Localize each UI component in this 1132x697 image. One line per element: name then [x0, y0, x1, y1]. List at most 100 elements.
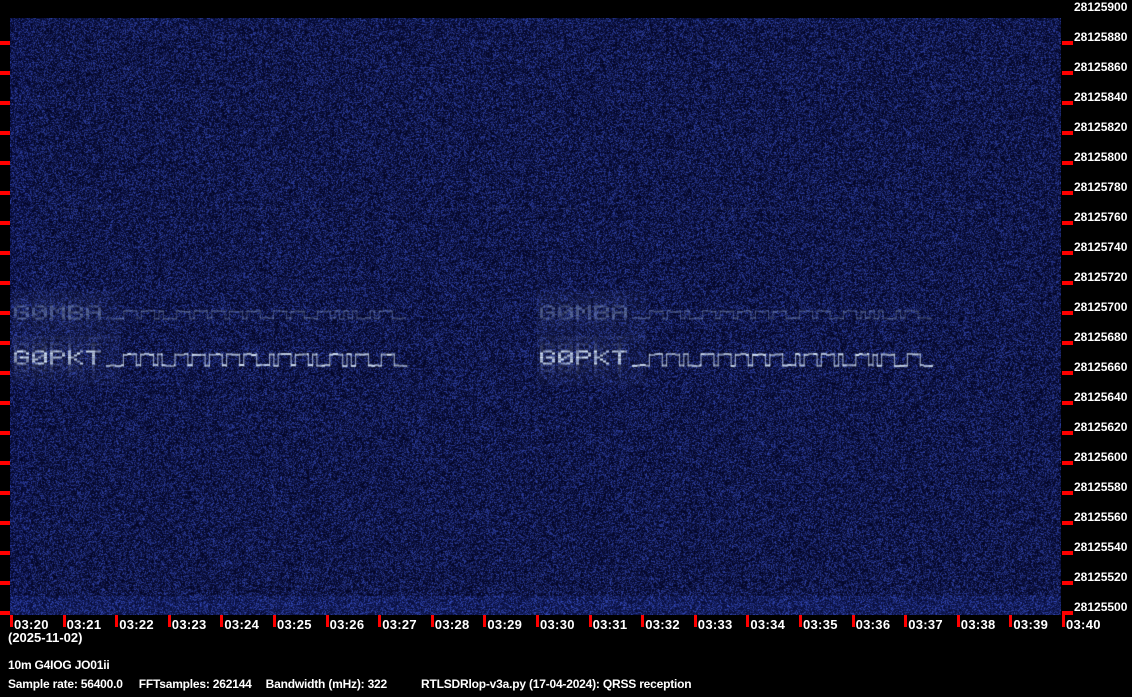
freq-tick-right	[1062, 41, 1073, 45]
time-axis-label: 03:31	[593, 617, 628, 632]
time-tick	[589, 615, 592, 627]
freq-axis-label: 28125840	[1074, 90, 1132, 104]
spectrogram-waterfall	[10, 18, 1061, 615]
time-axis-label: 03:26	[330, 617, 365, 632]
freq-axis-label: 28125900	[1074, 0, 1132, 14]
time-tick	[799, 615, 802, 627]
freq-axis-label: 28125660	[1074, 360, 1132, 374]
freq-tick-left	[0, 191, 10, 195]
freq-tick-left	[0, 311, 10, 315]
freq-axis-label: 28125520	[1074, 570, 1132, 584]
qrss-grabber-view: 28125900 28125880 28125860 28125840 28125820…	[0, 0, 1132, 697]
freq-tick-left	[0, 431, 10, 435]
time-tick	[746, 615, 749, 627]
freq-axis-label: 28125540	[1074, 540, 1132, 554]
freq-axis-label: 28125740	[1074, 240, 1132, 254]
time-axis-label: 03:33	[698, 617, 733, 632]
freq-tick-right	[1062, 581, 1073, 585]
time-tick	[1009, 615, 1012, 627]
freq-axis-label: 28125560	[1074, 510, 1132, 524]
time-axis-label: 03:30	[540, 617, 575, 632]
time-axis-label: 03:39	[1013, 617, 1048, 632]
freq-tick-right	[1062, 251, 1073, 255]
time-tick	[378, 615, 381, 627]
freq-axis-label: 28125800	[1074, 150, 1132, 164]
freq-axis-label: 28125760	[1074, 210, 1132, 224]
freq-axis-label: 28125500	[1074, 600, 1132, 614]
time-tick	[220, 615, 223, 627]
time-axis-label: 03:40	[1066, 617, 1101, 632]
freq-axis-label: 28125620	[1074, 420, 1132, 434]
freq-tick-left	[0, 521, 10, 525]
freq-tick-left	[0, 221, 10, 225]
freq-axis-label: 28125820	[1074, 120, 1132, 134]
freq-axis-label: 28125780	[1074, 180, 1132, 194]
time-tick	[536, 615, 539, 627]
time-axis-label: 03:22	[119, 617, 154, 632]
time-tick	[957, 615, 960, 627]
station-label: 10m G4IOG JO01ii	[8, 658, 110, 672]
freq-tick-left	[0, 341, 10, 345]
time-axis-label: 03:37	[908, 617, 943, 632]
time-axis-label: 03:27	[382, 617, 417, 632]
freq-tick-right	[1062, 491, 1073, 495]
time-axis-label: 03:34	[750, 617, 785, 632]
freq-tick-left	[0, 71, 10, 75]
bandwidth-label: Bandwidth (mHz): 322	[266, 677, 387, 691]
freq-tick-right	[1062, 131, 1073, 135]
time-tick	[852, 615, 855, 627]
time-axis-label: 03:38	[961, 617, 996, 632]
freq-axis-label: 28125860	[1074, 60, 1132, 74]
freq-tick-left	[0, 401, 10, 405]
freq-tick-left	[0, 251, 10, 255]
freq-tick-right	[1062, 431, 1073, 435]
time-axis-label: 03:36	[856, 617, 891, 632]
freq-axis-label: 28125720	[1074, 270, 1132, 284]
freq-tick-right	[1062, 71, 1073, 75]
time-tick	[168, 615, 171, 627]
freq-tick-left	[0, 131, 10, 135]
status-line: Sample rate: 56400.0 FFTsamples: 262144 …	[8, 677, 691, 691]
freq-tick-left	[0, 161, 10, 165]
freq-tick-left	[0, 551, 10, 555]
freq-tick-right	[1062, 161, 1073, 165]
freq-tick-left	[0, 281, 10, 285]
time-tick	[1062, 615, 1065, 627]
freq-tick-left	[0, 101, 10, 105]
time-tick	[115, 615, 118, 627]
freq-axis-label: 28125680	[1074, 330, 1132, 344]
time-tick	[641, 615, 644, 627]
time-tick	[904, 615, 907, 627]
freq-tick-left	[0, 581, 10, 585]
freq-tick-right	[1062, 341, 1073, 345]
freq-axis-label: 28125700	[1074, 300, 1132, 314]
time-axis-label: 03:24	[224, 617, 259, 632]
freq-axis-label: 28125580	[1074, 480, 1132, 494]
time-axis-label: 03:28	[435, 617, 470, 632]
time-tick	[326, 615, 329, 627]
freq-tick-left	[0, 41, 10, 45]
freq-tick-right	[1062, 461, 1073, 465]
freq-tick-right	[1062, 191, 1073, 195]
freq-tick-left	[0, 371, 10, 375]
freq-tick-left	[0, 611, 10, 615]
freq-axis-label: 28125640	[1074, 390, 1132, 404]
freq-tick-right	[1062, 281, 1073, 285]
sample-rate-label: Sample rate: 56400.0	[8, 677, 123, 691]
time-tick	[694, 615, 697, 627]
time-tick	[63, 615, 66, 627]
freq-tick-right	[1062, 311, 1073, 315]
freq-tick-right	[1062, 551, 1073, 555]
time-tick	[431, 615, 434, 627]
freq-axis-label: 28125880	[1074, 30, 1132, 44]
time-tick	[273, 615, 276, 627]
freq-tick-left	[0, 491, 10, 495]
time-axis-label: 03:23	[172, 617, 207, 632]
software-label: RTLSDRlop-v3a.py (17-04-2024): QRSS rece…	[421, 677, 691, 691]
time-tick	[10, 615, 13, 627]
freq-tick-right	[1062, 371, 1073, 375]
time-axis-label: 03:25	[277, 617, 312, 632]
freq-tick-right	[1062, 521, 1073, 525]
time-axis-label: 03:29	[487, 617, 522, 632]
time-axis-label: 03:32	[645, 617, 680, 632]
